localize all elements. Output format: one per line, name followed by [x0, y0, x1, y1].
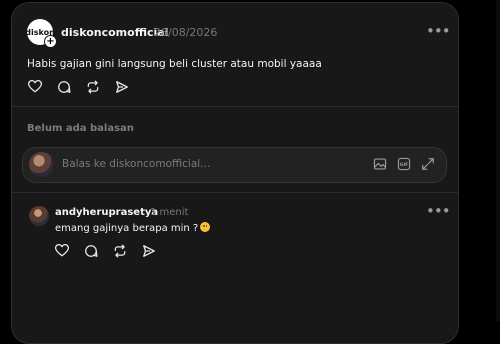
repost-icon[interactable]: [84, 78, 101, 95]
divider: [12, 192, 458, 193]
comment-text-content: emang gajinya berapa min ?: [55, 223, 199, 234]
expand-icon[interactable]: [420, 156, 436, 172]
gif-icon[interactable]: GIF: [396, 156, 412, 172]
post-timestamp[interactable]: 28/08/2026: [154, 26, 217, 39]
repost-icon[interactable]: [111, 242, 128, 259]
comment-actions: [53, 242, 157, 259]
no-replies-label: Belum ada balasan: [27, 123, 134, 134]
heart-icon[interactable]: [53, 242, 70, 259]
svg-text:GIF: GIF: [400, 162, 409, 168]
comment-author-username[interactable]: andyheruprasetya: [55, 207, 158, 218]
divider: [12, 106, 458, 107]
share-icon[interactable]: [113, 78, 130, 95]
follow-plus-icon[interactable]: +: [44, 35, 57, 48]
comment-author-avatar[interactable]: [29, 206, 49, 226]
reply-input[interactable]: Balas ke diskoncomofficial…: [62, 158, 211, 170]
reply-tools: GIF: [372, 156, 436, 172]
comment-more-icon[interactable]: •••: [426, 204, 451, 219]
share-icon[interactable]: [140, 242, 157, 259]
comment-timestamp[interactable]: 1 menit: [150, 207, 188, 218]
current-user-avatar: [29, 152, 54, 177]
page-scrollbar[interactable]: [496, 0, 500, 321]
comment-icon[interactable]: [82, 242, 99, 259]
post-more-icon[interactable]: •••: [426, 24, 451, 39]
comment-text: emang gajinya berapa min ?: [55, 222, 211, 234]
post-text: Habis gajian gini langsung beli cluster …: [27, 58, 322, 70]
heart-icon[interactable]: [26, 78, 43, 95]
image-icon[interactable]: [372, 156, 388, 172]
comment-icon[interactable]: [55, 78, 72, 95]
post-actions: [26, 78, 130, 95]
post-author-username[interactable]: diskoncomofficial: [61, 26, 168, 39]
thread-panel: diskon + diskoncomofficial 28/08/2026 ••…: [11, 2, 459, 344]
smile-emoji-icon: [200, 222, 211, 232]
reply-composer[interactable]: Balas ke diskoncomofficial… GIF: [22, 147, 447, 183]
